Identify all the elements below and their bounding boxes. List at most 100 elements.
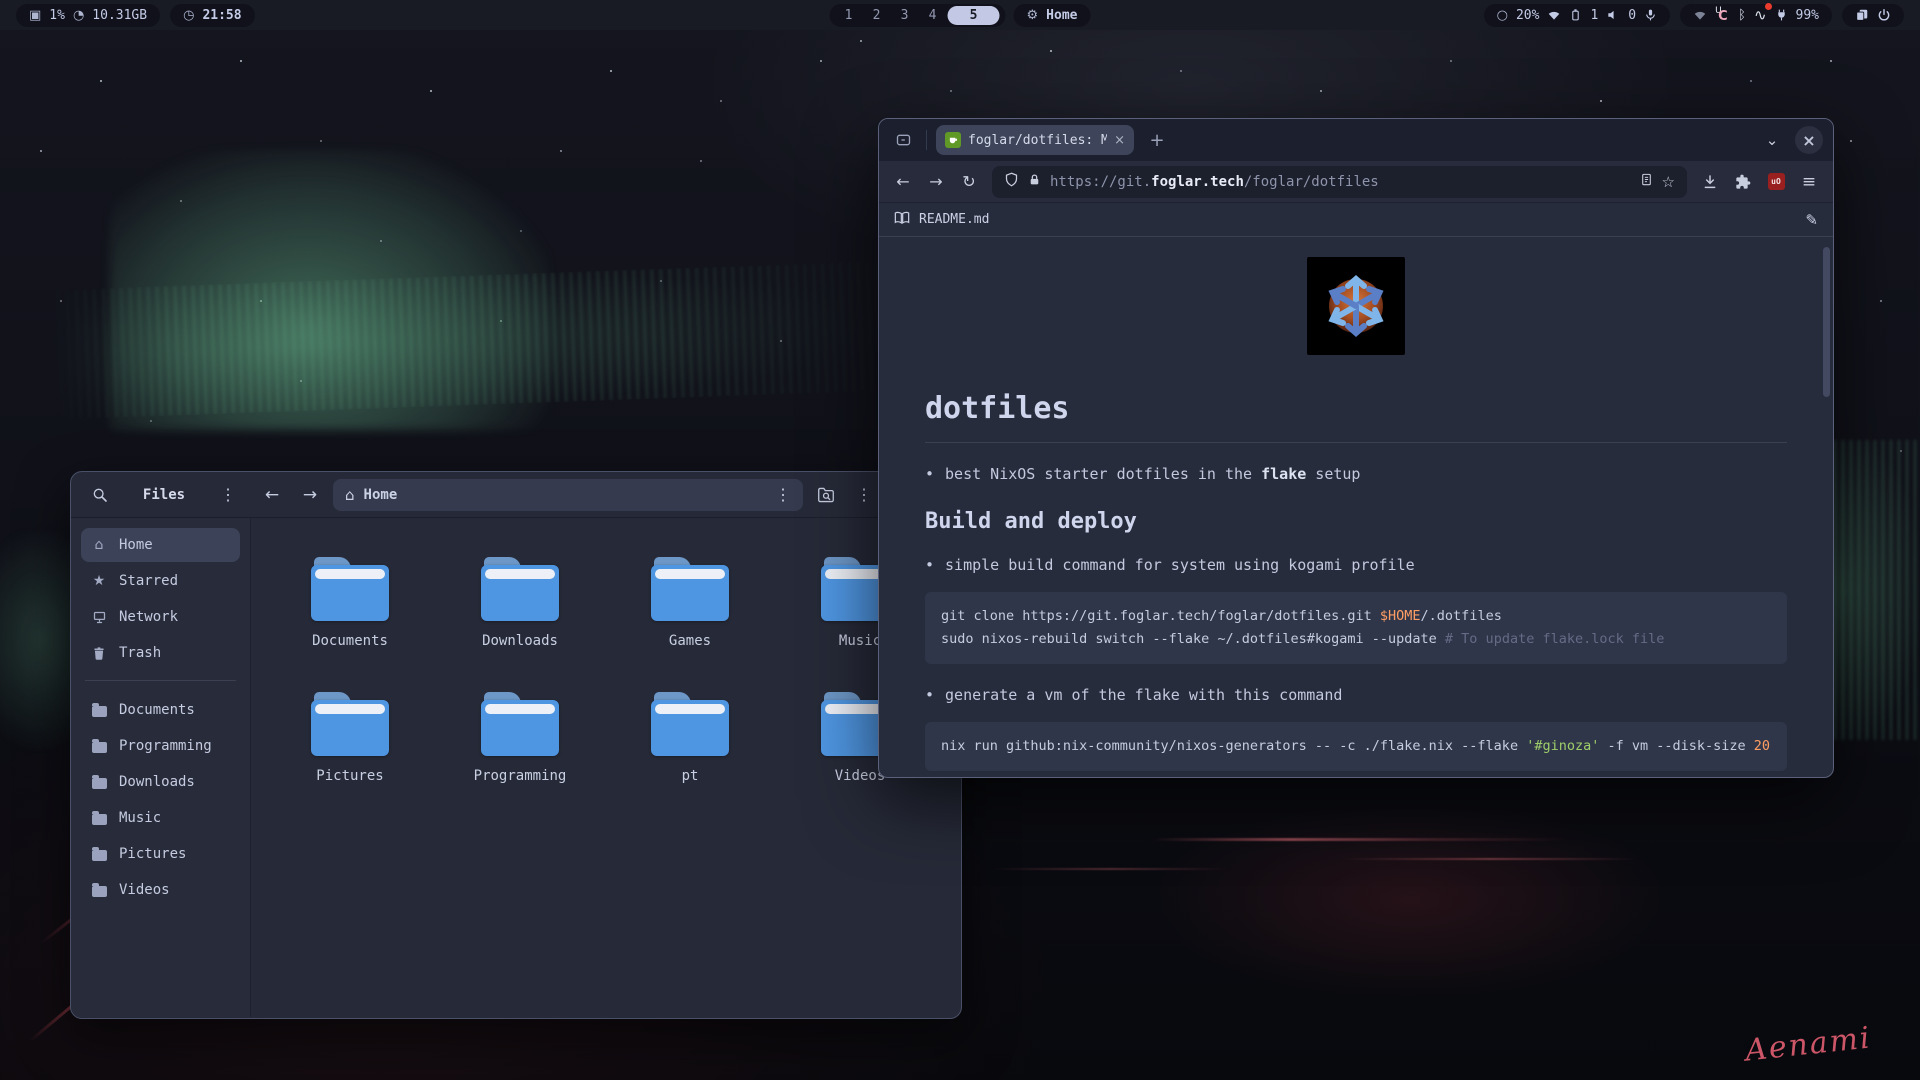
forward-icon[interactable]: → bbox=[922, 168, 950, 196]
files-window: Files ⋮ ← → ⌂ Home ⋮ ⋮ ⌂ Home ★ bbox=[70, 471, 962, 1019]
window-close-icon[interactable]: × bbox=[1795, 126, 1823, 154]
sidebar-item-starred[interactable]: ★ Starred bbox=[81, 564, 240, 598]
sidebar-item-home[interactable]: ⌂ Home bbox=[81, 528, 240, 562]
folder-icon bbox=[481, 557, 559, 621]
files-body: ⌂ Home ★ Starred Network Trash bbox=[71, 518, 961, 1017]
book-icon bbox=[894, 211, 910, 229]
browser-window: foglar/dotfiles: My × + ⌄ × ← → ↻ https:… bbox=[878, 118, 1834, 778]
bluetooth-icon: ᛒ bbox=[1738, 8, 1746, 23]
folder-icon bbox=[91, 883, 107, 897]
extensions-icon[interactable] bbox=[1729, 168, 1757, 196]
clock-icon: ◷ bbox=[183, 8, 194, 23]
folder-icon bbox=[481, 692, 559, 756]
clipboard-icon[interactable] bbox=[1855, 8, 1869, 22]
sidebar-label: Downloads bbox=[119, 774, 195, 790]
topbar-left: ▣ 1% ◔ 10.31GB ◷ 21:58 bbox=[16, 4, 255, 27]
forward-icon[interactable]: → bbox=[295, 480, 325, 510]
ublock-icon[interactable]: uO bbox=[1762, 168, 1790, 196]
scrollbar-thumb[interactable] bbox=[1823, 247, 1830, 397]
kebab-menu-icon[interactable]: ⋮ bbox=[213, 480, 243, 510]
notification-tray-icon: ∿ bbox=[1754, 6, 1767, 24]
brightness-icon: ○ bbox=[1497, 8, 1508, 23]
folder-icon bbox=[311, 692, 389, 756]
downloads-icon[interactable] bbox=[1696, 168, 1724, 196]
sidebar-item-pictures[interactable]: Pictures bbox=[81, 837, 240, 871]
files-header: Files ⋮ ← → ⌂ Home ⋮ ⋮ bbox=[71, 472, 961, 518]
device-battery-value: 1 bbox=[1590, 8, 1598, 23]
reload-icon[interactable]: ↻ bbox=[955, 168, 983, 196]
power-icon[interactable] bbox=[1877, 8, 1891, 22]
build-code-block[interactable]: git clone https://git.foglar.tech/foglar… bbox=[925, 592, 1787, 664]
system-stats-pill[interactable]: ▣ 1% ◔ 10.31GB bbox=[16, 4, 160, 27]
workspaces: 1 2 3 4 5 bbox=[830, 4, 1006, 27]
sidebar-item-programming[interactable]: Programming bbox=[81, 729, 240, 763]
folder-item-downloads[interactable]: Downloads bbox=[440, 557, 600, 649]
nixos-logo[interactable] bbox=[1307, 257, 1405, 355]
folder-label: Games bbox=[610, 633, 770, 649]
topbar-right: ○ 20% 1 0 UC ᛒ ∿ bbox=[1484, 4, 1904, 27]
folder-icon bbox=[651, 692, 729, 756]
vm-code-block[interactable]: nix run github:nix-community/nixos-gener… bbox=[925, 722, 1787, 771]
sidebar-item-network[interactable]: Network bbox=[81, 600, 240, 634]
back-icon[interactable]: ← bbox=[889, 168, 917, 196]
workspace-5-active[interactable]: 5 bbox=[948, 6, 1000, 25]
lock-icon[interactable] bbox=[1028, 173, 1041, 191]
path-menu-icon[interactable]: ⋮ bbox=[775, 487, 791, 503]
sidebar-item-downloads[interactable]: Downloads bbox=[81, 765, 240, 799]
folder-search-icon[interactable] bbox=[811, 480, 841, 510]
sidebar-label: Trash bbox=[119, 645, 161, 661]
url-bar[interactable]: https://git.foglar.tech/foglar/dotfiles … bbox=[992, 166, 1687, 198]
path-label: Home bbox=[364, 487, 398, 503]
sidebar-label: Network bbox=[119, 609, 178, 625]
folder-icon bbox=[91, 739, 107, 753]
view-menu-icon[interactable]: ⋮ bbox=[849, 480, 879, 510]
tab-foglar-dotfiles[interactable]: foglar/dotfiles: My × bbox=[936, 125, 1134, 155]
back-icon[interactable]: ← bbox=[257, 480, 287, 510]
sidebar-toggle-icon[interactable] bbox=[889, 126, 917, 154]
search-icon[interactable] bbox=[85, 480, 115, 510]
sidebar-item-music[interactable]: Music bbox=[81, 801, 240, 835]
edit-icon[interactable]: ✎ bbox=[1805, 211, 1818, 229]
tab-close-icon[interactable]: × bbox=[1114, 133, 1125, 148]
hardware-status-pill[interactable]: ○ 20% 1 0 bbox=[1484, 4, 1670, 27]
folder-icon bbox=[91, 775, 107, 789]
folder-item-games[interactable]: Games bbox=[610, 557, 770, 649]
folder-item-pictures[interactable]: Pictures bbox=[270, 692, 430, 784]
sidebar-item-videos[interactable]: Videos bbox=[81, 873, 240, 907]
folder-icon bbox=[91, 811, 107, 825]
tabs-dropdown-icon[interactable]: ⌄ bbox=[1758, 126, 1786, 154]
clock-time: 21:58 bbox=[202, 8, 241, 23]
menu-icon[interactable]: ≡ bbox=[1795, 168, 1823, 196]
folder-label: Downloads bbox=[440, 633, 600, 649]
workspace-1[interactable]: 1 bbox=[836, 8, 862, 23]
workspace-3[interactable]: 3 bbox=[892, 8, 918, 23]
system-tray-pill[interactable]: UC ᛒ ∿ 99% bbox=[1680, 4, 1832, 27]
workspace-4[interactable]: 4 bbox=[920, 8, 946, 23]
folder-icon bbox=[651, 557, 729, 621]
mode-pill[interactable]: ⚙ Home bbox=[1014, 4, 1091, 27]
sidebar-label: Videos bbox=[119, 882, 170, 898]
red-glow bbox=[1150, 800, 1670, 1000]
sidebar-item-documents[interactable]: Documents bbox=[81, 693, 240, 727]
build-bullet: • simple build command for system using … bbox=[925, 556, 1787, 574]
battery-value: 99% bbox=[1796, 8, 1819, 23]
new-tab-icon[interactable]: + bbox=[1143, 126, 1171, 154]
workspace-2[interactable]: 2 bbox=[864, 8, 890, 23]
wifi-icon bbox=[1547, 8, 1561, 22]
logo-row bbox=[925, 257, 1787, 355]
bookmark-star-icon[interactable]: ☆ bbox=[1662, 173, 1675, 191]
reader-mode-icon[interactable] bbox=[1640, 172, 1653, 191]
path-bar[interactable]: ⌂ Home ⋮ bbox=[333, 479, 803, 511]
app-tray-icon: UC bbox=[1715, 8, 1730, 23]
clock-pill[interactable]: ◷ 21:58 bbox=[170, 4, 254, 27]
network-tray-icon bbox=[1693, 8, 1707, 22]
folder-item-documents[interactable]: Documents bbox=[270, 557, 430, 649]
tracking-shield-icon[interactable] bbox=[1004, 172, 1019, 191]
brightness-value: 20% bbox=[1516, 8, 1539, 23]
artist-signature: Aenami bbox=[1744, 1020, 1874, 1068]
folder-item-pt[interactable]: pt bbox=[610, 692, 770, 784]
top-bar: ▣ 1% ◔ 10.31GB ◷ 21:58 1 2 3 4 5 ⚙ Home … bbox=[0, 0, 1920, 30]
mode-label: Home bbox=[1046, 8, 1077, 23]
sidebar-item-trash[interactable]: Trash bbox=[81, 636, 240, 670]
folder-item-programming[interactable]: Programming bbox=[440, 692, 600, 784]
